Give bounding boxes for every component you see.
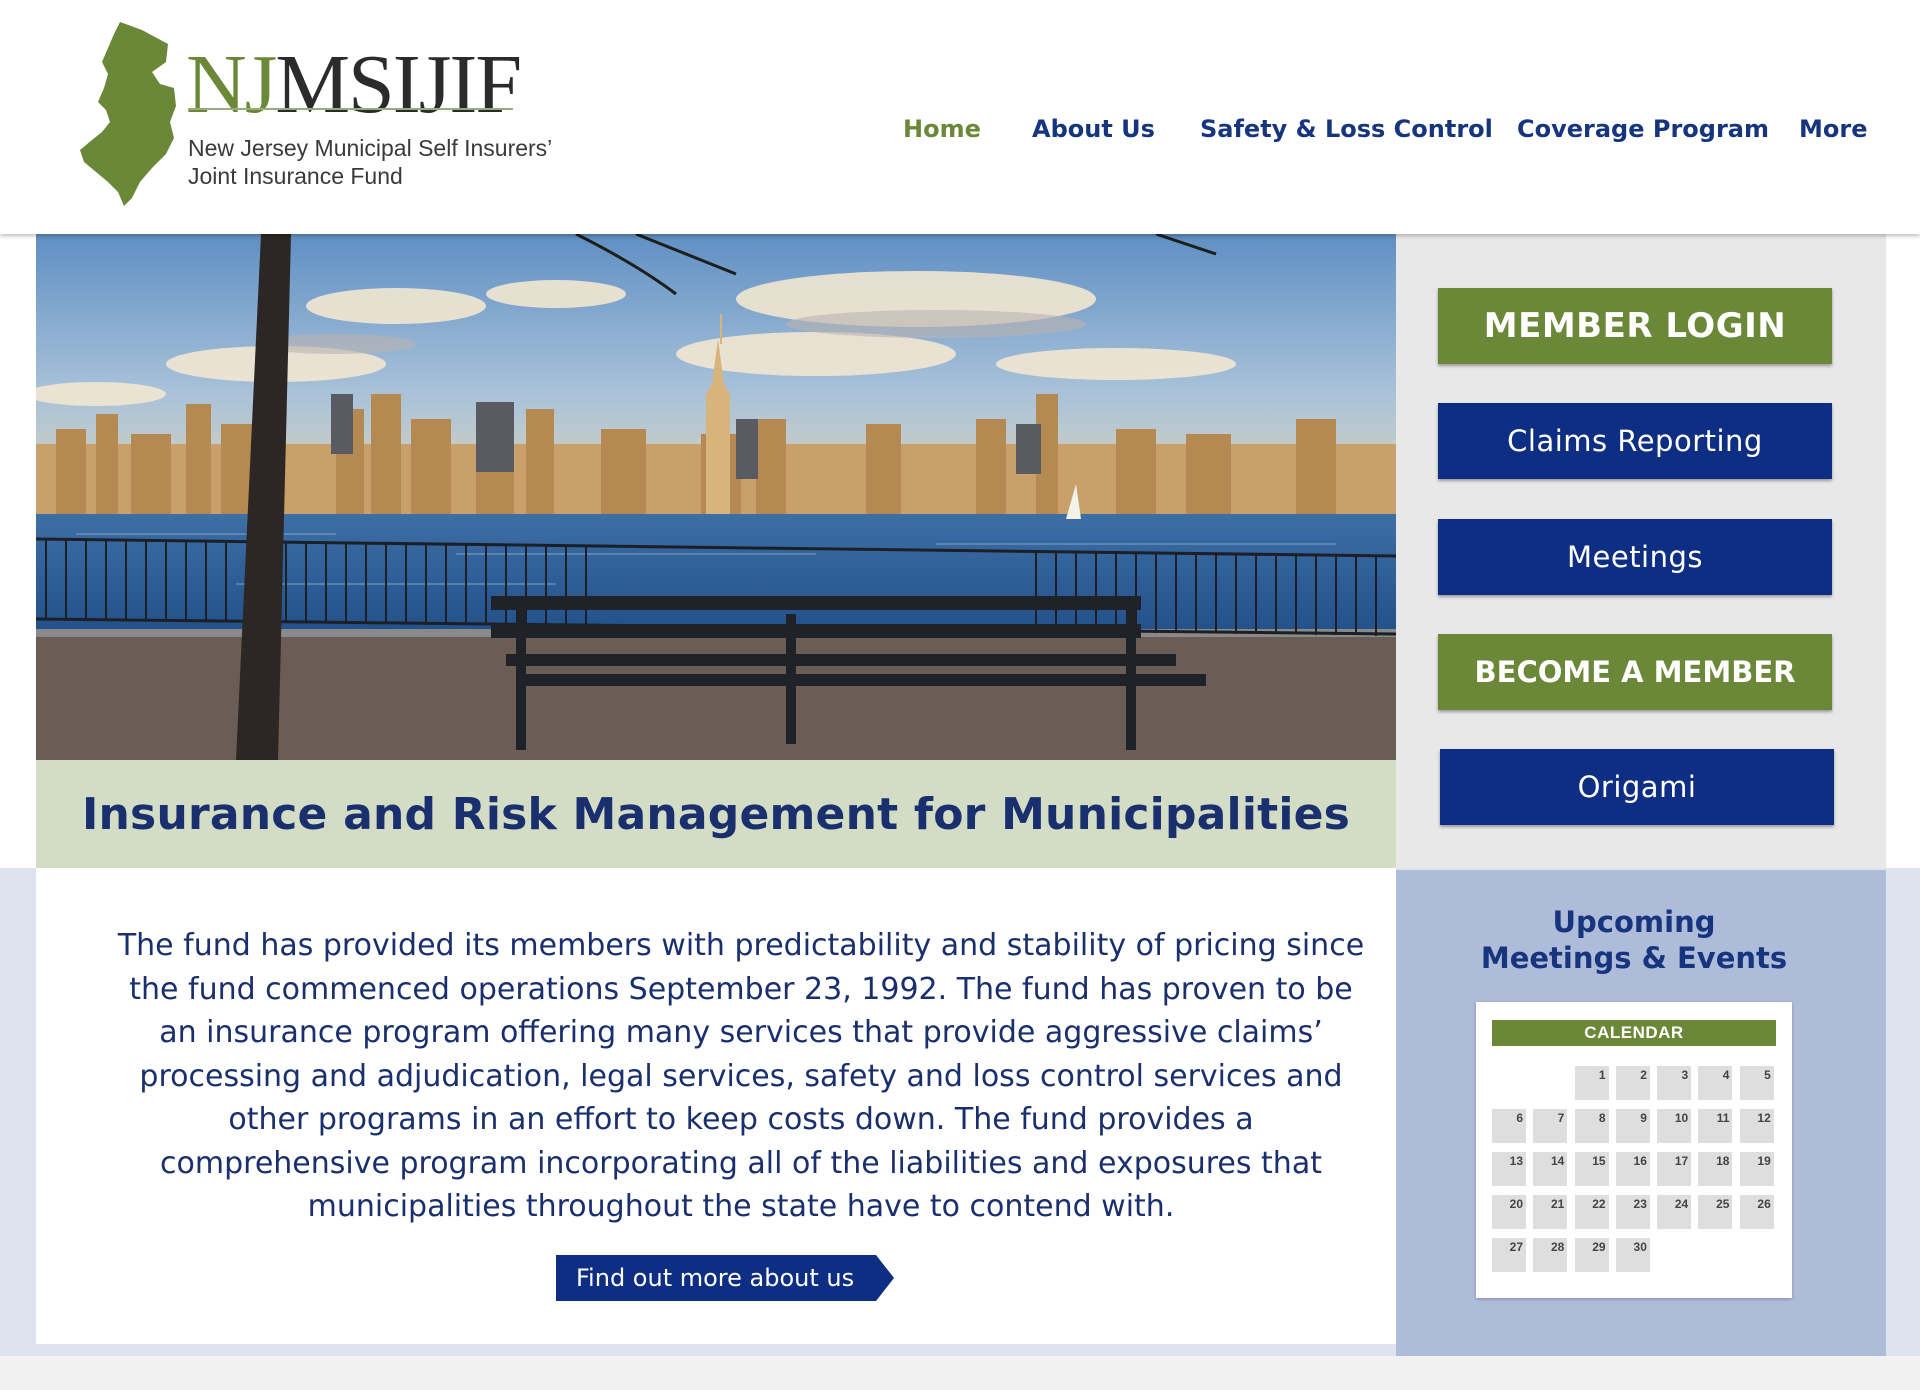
nav-coverage-program[interactable]: Coverage Program xyxy=(1517,115,1769,143)
tagline-band: Insurance and Risk Management for Munici… xyxy=(36,760,1396,868)
events-title-line2: Meetings & Events xyxy=(1480,941,1788,975)
calendar-day[interactable]: 23 xyxy=(1615,1195,1650,1229)
upcoming-events-panel: Upcoming Meetings & Events CALENDAR 1234… xyxy=(1396,870,1886,1356)
calendar-day[interactable]: 4 xyxy=(1698,1066,1733,1100)
nav-more[interactable]: More xyxy=(1799,115,1867,143)
calendar-day[interactable]: 8 xyxy=(1574,1109,1609,1143)
nav-safety-loss-control[interactable]: Safety & Loss Control xyxy=(1200,115,1493,143)
calendar-blank-cell xyxy=(1492,1066,1526,1100)
logo-divider xyxy=(188,108,513,110)
calendar-day[interactable]: 9 xyxy=(1615,1109,1650,1143)
calendar-day[interactable]: 26 xyxy=(1739,1195,1774,1229)
calendar-day[interactable]: 5 xyxy=(1739,1066,1774,1100)
meetings-button[interactable]: Meetings xyxy=(1438,519,1832,595)
main-nav: Home About Us Safety & Loss Control Cove… xyxy=(0,115,1920,149)
calendar-grid: 1 2 3 4 5 6 7 8 9 10 11 12 13 14 15 16 17 18 19 20 21 22 23 24 2… xyxy=(1492,1066,1782,1272)
origami-button[interactable]: Origami xyxy=(1440,749,1834,825)
footer-band xyxy=(0,1356,1920,1390)
calendar-day[interactable]: 25 xyxy=(1698,1195,1733,1229)
events-title: Upcoming Meetings & Events xyxy=(1396,904,1872,976)
calendar-day[interactable]: 12 xyxy=(1739,1109,1774,1143)
nav-home[interactable]: Home xyxy=(903,115,981,143)
calendar-day[interactable]: 11 xyxy=(1698,1109,1733,1143)
calendar-day[interactable]: 16 xyxy=(1615,1152,1650,1186)
calendar-blank-cell xyxy=(1533,1066,1567,1100)
calendar-day[interactable]: 28 xyxy=(1533,1238,1568,1272)
calendar-day[interactable]: 22 xyxy=(1574,1195,1609,1229)
calendar-day[interactable]: 21 xyxy=(1533,1195,1568,1229)
calendar-header: CALENDAR xyxy=(1492,1020,1776,1046)
calendar-day[interactable]: 14 xyxy=(1533,1152,1568,1186)
calendar-day[interactable]: 24 xyxy=(1657,1195,1692,1229)
member-login-button[interactable]: MEMBER LOGIN xyxy=(1438,288,1832,364)
calendar-day[interactable]: 3 xyxy=(1657,1066,1692,1100)
about-paragraph: The fund has provided its members with p… xyxy=(117,928,1365,1224)
find-out-more-label: Find out more about us xyxy=(556,1255,877,1301)
become-a-member-button[interactable]: BECOME A MEMBER xyxy=(1438,634,1832,710)
logo-subtitle-line2: Joint Insurance Fund xyxy=(188,163,403,189)
calendar-day[interactable]: 27 xyxy=(1492,1238,1526,1272)
hero-image xyxy=(36,234,1396,760)
calendar-day[interactable]: 17 xyxy=(1657,1152,1692,1186)
calendar-day[interactable]: 15 xyxy=(1574,1152,1609,1186)
calendar-day[interactable]: 6 xyxy=(1492,1109,1526,1143)
calendar-day[interactable]: 7 xyxy=(1533,1109,1568,1143)
nav-about-us[interactable]: About Us xyxy=(1032,115,1155,143)
calendar-day[interactable]: 18 xyxy=(1698,1152,1733,1186)
calendar-day[interactable]: 10 xyxy=(1657,1109,1692,1143)
site-header: NJMSIJIF New Jersey Municipal Self Insur… xyxy=(0,0,1920,234)
calendar-day[interactable]: 19 xyxy=(1739,1152,1774,1186)
hero-tagline: Insurance and Risk Management for Munici… xyxy=(81,788,1351,840)
claims-reporting-button[interactable]: Claims Reporting xyxy=(1438,403,1832,479)
arrow-right-icon xyxy=(876,1255,895,1301)
calendar-day[interactable]: 1 xyxy=(1574,1066,1609,1100)
quick-links-panel: MEMBER LOGIN Claims Reporting Meetings B… xyxy=(1396,234,1886,868)
calendar-day[interactable]: 30 xyxy=(1615,1238,1650,1272)
calendar-widget[interactable]: CALENDAR 1 2 3 4 5 6 7 8 9 10 11 12 13 14 15 16 17 18 19 20… xyxy=(1476,1002,1792,1298)
find-out-more-button[interactable]: Find out more about us xyxy=(556,1255,895,1301)
calendar-day[interactable]: 2 xyxy=(1615,1066,1650,1100)
about-section: The fund has provided its members with p… xyxy=(36,868,1396,1344)
skyline-waterfront-photo xyxy=(36,234,1396,760)
calendar-day[interactable]: 13 xyxy=(1492,1152,1526,1186)
calendar-day[interactable]: 20 xyxy=(1492,1195,1526,1229)
events-title-line1: Upcoming xyxy=(1552,905,1716,939)
calendar-day[interactable]: 29 xyxy=(1574,1238,1609,1272)
